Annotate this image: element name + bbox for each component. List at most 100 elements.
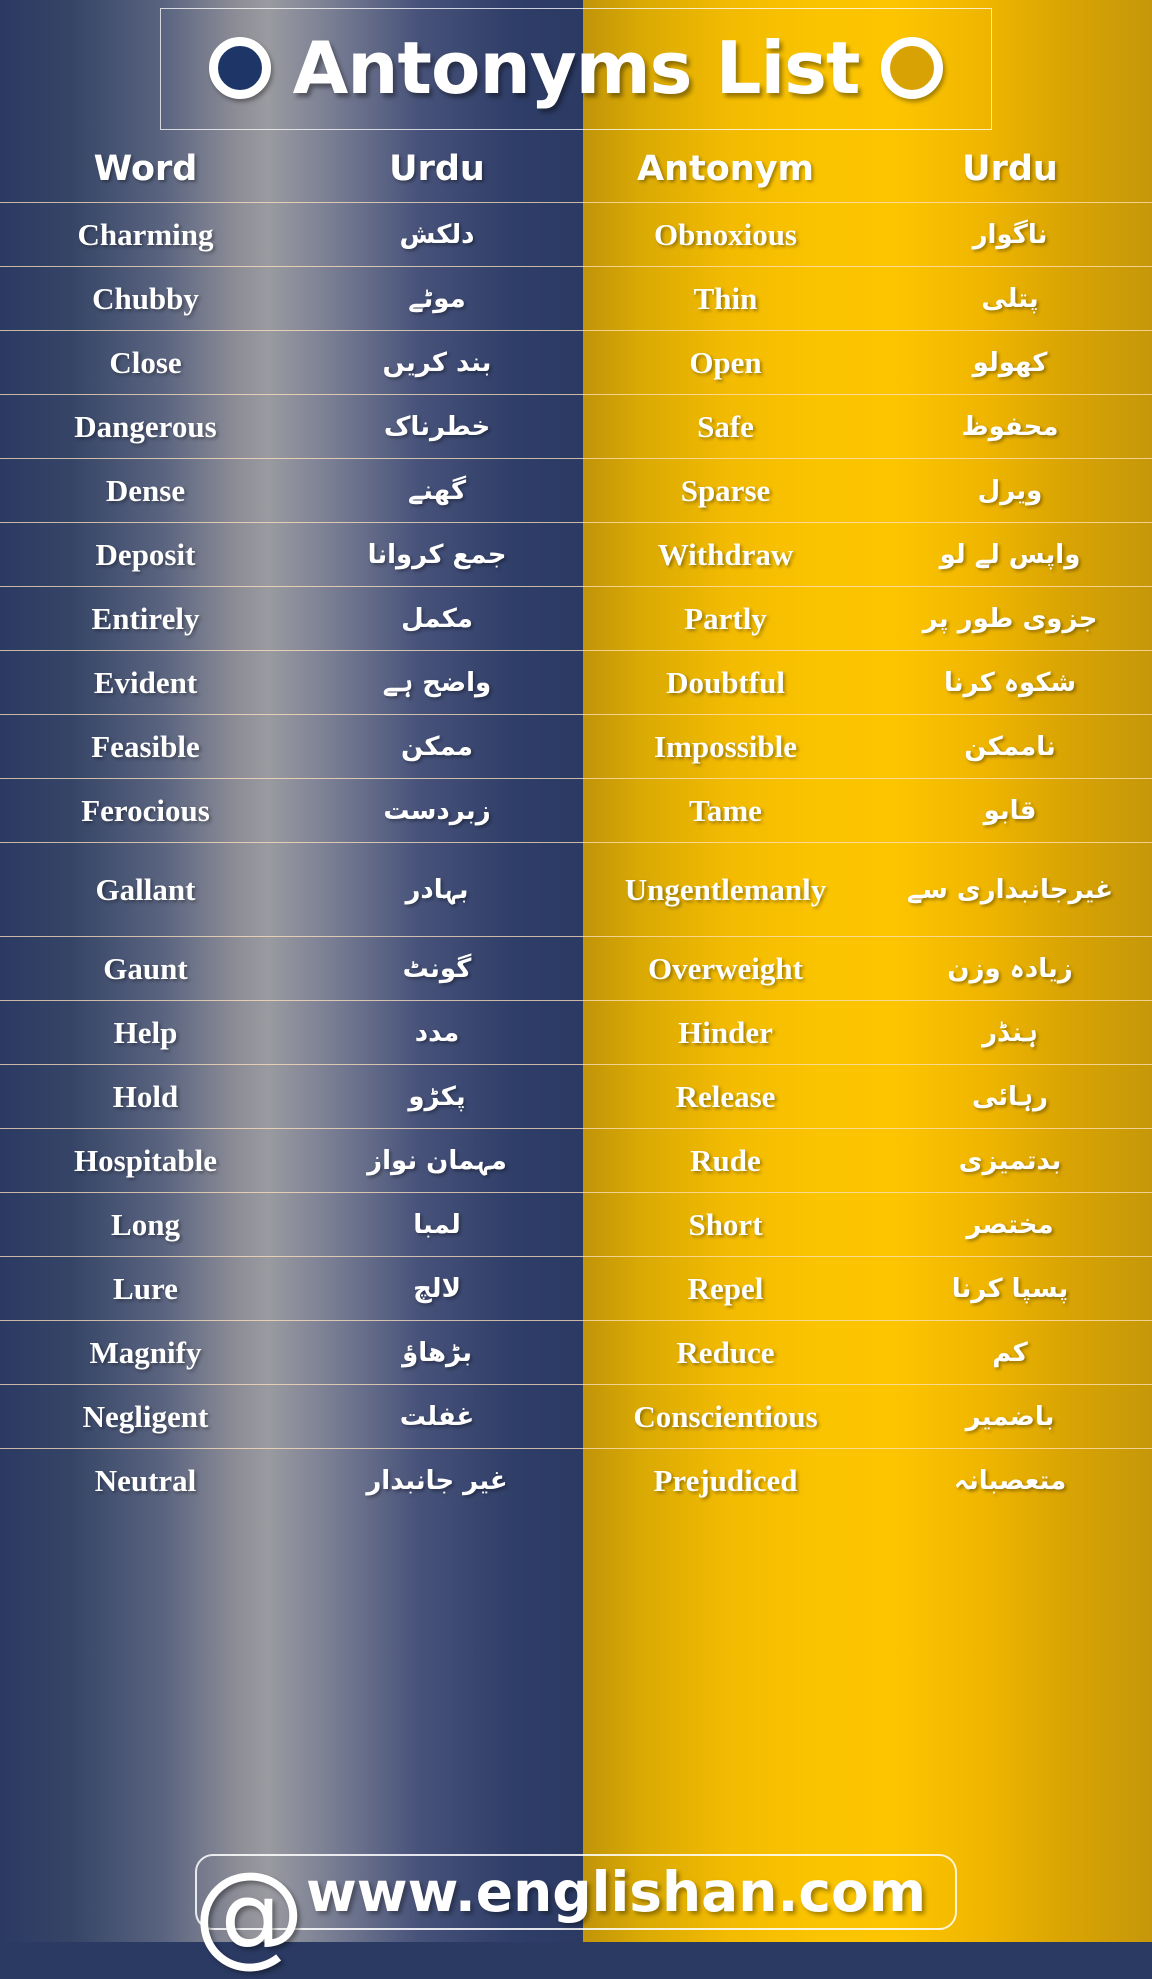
antonym-urdu-cell: باضمیر xyxy=(965,1401,1055,1432)
antonym-cell: Ungentlemanly xyxy=(624,872,827,907)
table-body: Charming دلکش Obnoxious ناگوار Chubby موٹے Thi… xyxy=(0,202,1152,1512)
column-header-antonym-urdu: Urdu xyxy=(962,149,1058,189)
table-row: Dense گھنے Sparse ویرل xyxy=(0,458,1152,522)
word-urdu-cell: دلکش xyxy=(399,219,475,250)
antonym-cell: Reduce xyxy=(676,1335,775,1370)
word-cell: Dangerous xyxy=(74,408,217,444)
antonym-urdu-cell: پسپا کرنا xyxy=(951,1273,1069,1304)
word-urdu-cell: گونٹ xyxy=(402,953,472,984)
word-cell: Long xyxy=(111,1206,180,1242)
antonym-cell: Safe xyxy=(697,409,754,444)
antonym-cell: Partly xyxy=(684,601,767,636)
antonym-cell: Open xyxy=(689,345,762,380)
word-urdu-cell: پکڑو xyxy=(408,1081,466,1112)
word-cell: Gallant xyxy=(95,871,196,907)
table-row: Deposit جمع کروانا Withdraw واپس لے لو xyxy=(0,522,1152,586)
table-row: Hold پکڑو Release رہائی xyxy=(0,1064,1152,1128)
word-urdu-cell: لالچ xyxy=(413,1273,461,1304)
table-row: Magnify بڑھاؤ Reduce کم xyxy=(0,1320,1152,1384)
title-row: Antonyms List xyxy=(208,26,944,110)
table-row: Gaunt گونٹ Overweight زیادہ وزن xyxy=(0,936,1152,1000)
antonym-urdu-cell: قابو xyxy=(983,795,1037,826)
table-row: Dangerous خطرناک Safe محفوظ xyxy=(0,394,1152,458)
antonym-urdu-cell: جزوی طور پر xyxy=(922,603,1098,634)
word-urdu-cell: غفلت xyxy=(399,1401,475,1432)
word-urdu-cell: گھنے xyxy=(407,475,467,506)
antonym-urdu-cell: ہنڈر xyxy=(982,1017,1038,1048)
table-row: Gallant بہادر Ungentlemanly غیرجانبداری سے xyxy=(0,842,1152,936)
page-title: Antonyms List xyxy=(292,26,861,110)
antonym-cell: Impossible xyxy=(654,729,797,764)
antonym-cell: Rude xyxy=(690,1143,761,1178)
word-cell: Hospitable xyxy=(74,1142,217,1178)
antonym-urdu-cell: بدتمیزی xyxy=(958,1145,1062,1176)
table-row: Negligent غفلت Conscientious باضمیر xyxy=(0,1384,1152,1448)
antonym-urdu-cell: کم xyxy=(992,1337,1028,1368)
word-urdu-cell: غیر جانبدار xyxy=(366,1465,508,1496)
table-row: Close بند کریں Open کھولو xyxy=(0,330,1152,394)
table-row: Evident واضح ہے Doubtful شکوہ کرنا xyxy=(0,650,1152,714)
word-cell: Entirely xyxy=(91,600,200,636)
antonym-urdu-cell: غیرجانبداری سے xyxy=(907,874,1114,905)
antonym-cell: Overweight xyxy=(648,951,803,986)
antonym-cell: Repel xyxy=(687,1271,764,1306)
word-cell: Gaunt xyxy=(103,950,188,986)
antonym-cell: Obnoxious xyxy=(653,217,797,252)
word-urdu-cell: واضح ہے xyxy=(382,667,492,698)
antonym-cell: Hinder xyxy=(678,1015,773,1050)
antonym-urdu-cell: رہائی xyxy=(971,1081,1049,1112)
antonym-cell: Conscientious xyxy=(633,1399,818,1434)
footer-branding: @ www.englishan.com xyxy=(0,1842,1152,1970)
word-cell: Charming xyxy=(77,216,214,252)
table-header-row: Word Urdu Antonym Urdu xyxy=(0,136,1152,202)
word-urdu-cell: بند کریں xyxy=(382,347,492,378)
antonym-cell: Tame xyxy=(689,793,762,828)
table-row: Chubby موٹے Thin پتلی xyxy=(0,266,1152,330)
table-row: Entirely مکمل Partly جزوی طور پر xyxy=(0,586,1152,650)
antonym-urdu-cell: زیادہ وزن xyxy=(947,953,1073,984)
word-cell: Hold xyxy=(112,1078,179,1114)
antonym-cell: Prejudiced xyxy=(653,1463,798,1498)
title-banner: Antonyms List xyxy=(0,0,1152,136)
table-row: Neutral غیر جانبدار Prejudiced متعصبانہ xyxy=(0,1448,1152,1512)
antonym-urdu-cell: کھولو xyxy=(972,347,1048,378)
word-cell: Chubby xyxy=(92,280,199,316)
website-badge[interactable]: @ www.englishan.com xyxy=(193,1854,957,1970)
website-url[interactable]: www.englishan.com xyxy=(226,1860,926,1924)
antonym-urdu-cell: محفوظ xyxy=(961,411,1059,442)
antonym-urdu-cell: مختصر xyxy=(966,1209,1054,1240)
word-cell: Dense xyxy=(105,472,186,508)
circle-icon-right xyxy=(881,37,944,99)
table-row: Hospitable مہمان نواز Rude بدتمیزی xyxy=(0,1128,1152,1192)
word-cell: Magnify xyxy=(89,1334,202,1370)
antonym-urdu-cell: واپس لے لو xyxy=(939,539,1081,570)
antonyms-poster: Antonyms List Word Urdu Antonym Urdu Cha… xyxy=(0,0,1152,1970)
word-urdu-cell: خطرناک xyxy=(383,411,491,442)
antonym-cell: Short xyxy=(688,1207,763,1242)
word-cell: Deposit xyxy=(95,536,196,572)
table-row: Long لمبا Short مختصر xyxy=(0,1192,1152,1256)
word-urdu-cell: مہمان نواز xyxy=(367,1145,507,1176)
antonym-urdu-cell: ویرل xyxy=(977,475,1043,506)
circle-icon-left xyxy=(208,37,271,99)
table-row: Charming دلکش Obnoxious ناگوار xyxy=(0,202,1152,266)
word-urdu-cell: بہادر xyxy=(405,874,469,905)
antonym-cell: Thin xyxy=(693,281,758,316)
word-urdu-cell: جمع کروانا xyxy=(367,539,507,570)
word-cell: Lure xyxy=(113,1270,178,1306)
antonym-urdu-cell: ناممکن xyxy=(964,731,1056,762)
column-header-word: Word xyxy=(93,149,198,189)
word-cell: Ferocious xyxy=(81,792,210,828)
antonym-cell: Release xyxy=(675,1079,776,1114)
word-urdu-cell: موٹے xyxy=(408,283,466,314)
antonym-urdu-cell: ناگوار xyxy=(972,219,1048,250)
antonym-cell: Sparse xyxy=(680,473,771,508)
word-urdu-cell: لمبا xyxy=(413,1209,461,1240)
antonym-urdu-cell: پتلی xyxy=(981,283,1039,314)
column-header-antonym: Antonym xyxy=(637,149,814,189)
word-urdu-cell: بڑھاؤ xyxy=(402,1337,472,1368)
table-row: Help مدد Hinder ہنڈر xyxy=(0,1000,1152,1064)
word-cell: Neutral xyxy=(94,1462,197,1498)
antonym-urdu-cell: متعصبانہ xyxy=(953,1465,1067,1496)
word-urdu-cell: زبردست xyxy=(383,795,491,826)
